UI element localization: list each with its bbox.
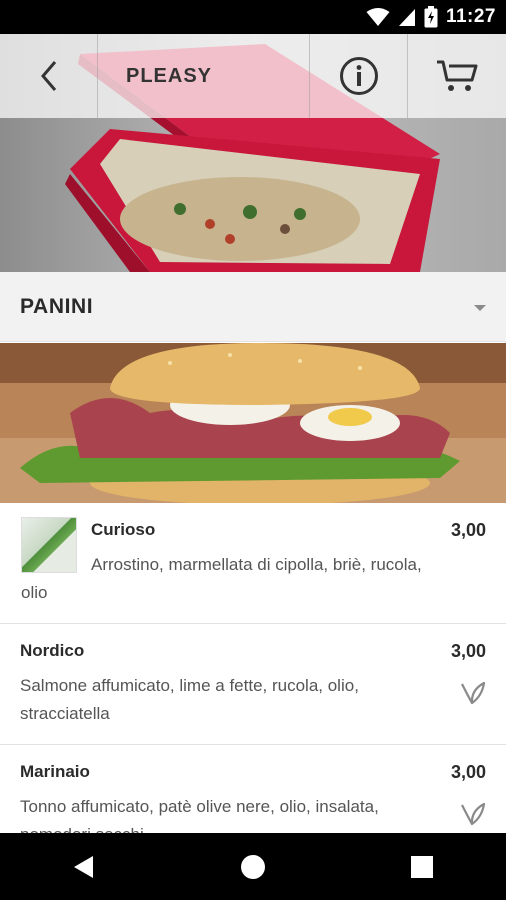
- product-price: 3,00: [450, 520, 486, 540]
- system-navigation-bar: [0, 833, 506, 900]
- wifi-icon: [366, 8, 390, 26]
- vegetarian-leaf-icon: [461, 802, 486, 826]
- signal-icon: [398, 9, 415, 26]
- category-title: PANINI: [20, 294, 94, 318]
- product-item-marinaio[interactable]: Marinaio 3,00 Tonno affumicato, patè oli…: [0, 745, 506, 833]
- product-item-nordico[interactable]: Nordico 3,00 Salmone affumicato, lime a …: [0, 624, 506, 745]
- product-description: Tonno affumicato, patè olive nere, olio,…: [20, 797, 379, 833]
- product-price: 3,00: [450, 641, 486, 661]
- vegetarian-leaf-icon: [461, 681, 486, 705]
- back-button[interactable]: [0, 34, 98, 118]
- cart-icon: [437, 60, 478, 91]
- sandwich-image: [0, 343, 506, 503]
- info-button[interactable]: [310, 34, 408, 118]
- app-header: PLEASY: [0, 34, 506, 118]
- status-time: 11:27: [445, 6, 496, 27]
- product-price: 3,00: [450, 762, 486, 782]
- product-name: Nordico: [20, 641, 85, 660]
- product-name: Marinaio: [20, 762, 90, 781]
- product-list: Curioso 3,00 Arrostino, marmellata di ci…: [0, 503, 506, 833]
- status-icons: 11:27: [366, 0, 496, 34]
- nav-recents-button[interactable]: [392, 837, 452, 897]
- dropdown-triangle-icon: [474, 305, 486, 311]
- back-triangle-icon: [74, 855, 94, 878]
- product-description: Arrostino, marmellata di cipolla, briè, …: [21, 555, 422, 602]
- cart-button[interactable]: [408, 34, 506, 118]
- category-dropdown[interactable]: PANINI: [0, 272, 506, 342]
- info-icon: [339, 57, 378, 95]
- category-image: [0, 343, 506, 503]
- app-title: PLEASY: [98, 34, 310, 118]
- recents-square-icon: [410, 855, 433, 878]
- nav-back-button[interactable]: [54, 837, 114, 897]
- product-name: Curioso: [91, 520, 156, 539]
- home-circle-icon: [240, 854, 265, 879]
- nav-home-button[interactable]: [223, 837, 283, 897]
- back-arrow-icon: [40, 61, 56, 91]
- product-description: Salmone affumicato, lime a fette, rucola…: [20, 676, 359, 723]
- product-item-curioso[interactable]: Curioso 3,00 Arrostino, marmellata di ci…: [0, 503, 506, 624]
- battery-icon: [424, 6, 438, 28]
- status-bar: 11:27: [0, 0, 506, 34]
